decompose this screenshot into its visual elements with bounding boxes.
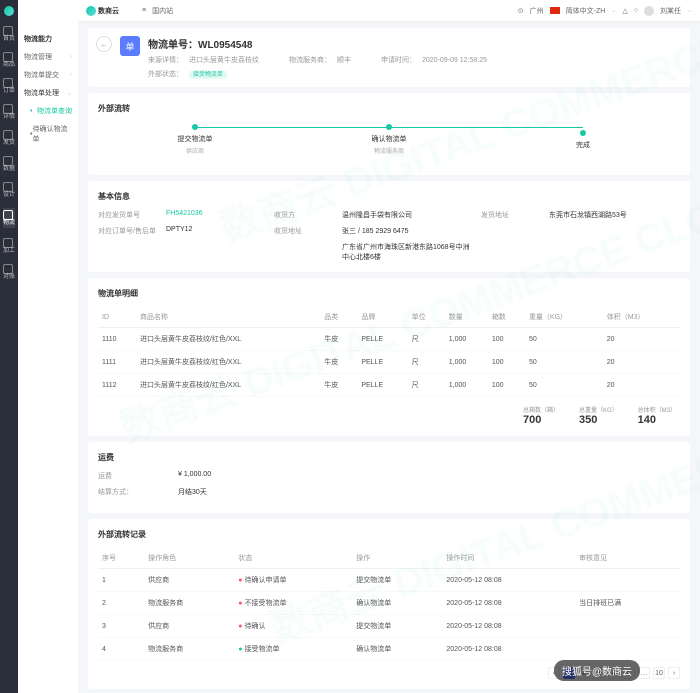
chevron-down-icon: ⌄ — [67, 90, 72, 97]
page-button[interactable]: › — [668, 667, 680, 679]
topbar: 数商云 ≡ 国内站 ⊙广州 简体中文-ZH⌄ △ ○ 刘某任⌄ — [78, 0, 700, 22]
page-button[interactable]: 10 — [653, 667, 665, 679]
avatar[interactable] — [644, 6, 654, 16]
order-title: 物流单号：WL0954548 — [148, 36, 682, 51]
rail-item[interactable]: 订单 — [3, 78, 15, 94]
table-row[interactable]: 1供应商●待确认申请单提交物流单2020-05-12 08:08 — [98, 569, 680, 592]
fee-card: 运费 运费¥ 1,000.00 结算方式：月结30天 — [88, 442, 690, 513]
rail-item[interactable]: 加工 — [3, 238, 15, 254]
page-header: ← 单 物流单号：WL0954548 来源详情：进口头层黄牛皮荔枝纹 物流服务商… — [88, 28, 690, 87]
base-info-card: 基本信息 对应发货单号FH5421036收货方温州隆昌手袋有限公司发货地址东莞市… — [88, 181, 690, 272]
menu-icon[interactable]: ≡ — [142, 7, 146, 14]
flow-card: 外部流转 提交物流单供应商 确认物流单物流服务商 完成 — [88, 93, 690, 175]
status-badge: 接受物流单 — [189, 71, 227, 79]
side-item[interactable]: 物流单处理⌄ — [18, 84, 78, 102]
detail-table: ID商品名称品类品牌单位数量箱数重量（KG）体积（M3）1110进口头层黄牛皮荔… — [98, 307, 680, 397]
table-row[interactable]: 2物流服务商●不接受物流单确认物流单2020-05-12 08:08当日排班已满 — [98, 592, 680, 615]
rail-item[interactable]: 发货 — [3, 130, 15, 146]
username[interactable]: 刘某任 — [660, 6, 681, 16]
table-row[interactable]: 1112进口头层黄牛皮荔枝纹/红色/XXL牛皮PELLE尺1,000100502… — [98, 374, 680, 397]
table-row[interactable]: 4物流服务商●接受物流单确认物流单2020-05-12 08:08 — [98, 638, 680, 661]
table-row[interactable]: 1110进口头层黄牛皮荔枝纹/红色/XXL牛皮PELLE尺1,000100502… — [98, 328, 680, 351]
location-icon: ⊙ — [518, 7, 524, 15]
logo-icon — [4, 6, 14, 16]
table-row[interactable]: 1111进口头层黄牛皮荔枝纹/红色/XXL牛皮PELLE尺1,000100502… — [98, 351, 680, 374]
side-item[interactable]: 物流单提交› — [18, 66, 78, 84]
table-row[interactable]: 3供应商●待确认提交物流单2020-05-12 08:08 — [98, 615, 680, 638]
source-badge: 搜狐号@数商云 — [554, 660, 640, 681]
rail-item[interactable]: 物流 — [3, 208, 15, 228]
flag-icon — [550, 7, 560, 14]
back-button[interactable]: ← — [96, 36, 112, 52]
rail-item[interactable]: 详情 — [3, 104, 15, 120]
lang-switch[interactable]: 简体中文-ZH — [566, 6, 606, 16]
chevron-right-icon: › — [70, 72, 72, 78]
brand-logo: 数商云 — [86, 5, 136, 17]
nav-rail: 首页 商品 订单 详情 发货 数据 设计 物流 加工 对账 — [0, 0, 18, 693]
detail-card: 物流单明细 ID商品名称品类品牌单位数量箱数重量（KG）体积（M3）1110进口… — [88, 278, 690, 436]
rail-item[interactable]: 设计 — [3, 182, 15, 198]
side-sub[interactable]: • 待确认物流单 — [18, 120, 78, 148]
sidebar: 物流能力 物流管理› 物流单提交› 物流单处理⌄ • 物流单查询 • 待确认物流… — [18, 0, 78, 693]
gear-icon[interactable]: ○ — [634, 7, 638, 14]
side-item[interactable]: 物流管理› — [18, 48, 78, 66]
bell-icon[interactable]: △ — [622, 7, 627, 15]
site-switch[interactable]: 国内站 — [152, 6, 173, 16]
log-table: 序号操作角色状态操作操作时间审核意见1供应商●待确认申请单提交物流单2020-0… — [98, 548, 680, 661]
rail-item[interactable]: 首页 — [3, 26, 15, 42]
doc-icon: 单 — [120, 36, 140, 56]
rail-item[interactable]: 对账 — [3, 264, 15, 280]
location[interactable]: 广州 — [530, 6, 544, 16]
rail-item[interactable]: 数据 — [3, 156, 15, 172]
rail-item[interactable]: 商品 — [3, 52, 15, 68]
side-title: 物流能力 — [18, 30, 78, 48]
chevron-right-icon: › — [70, 54, 72, 60]
side-sub-active[interactable]: • 物流单查询 — [18, 102, 78, 120]
